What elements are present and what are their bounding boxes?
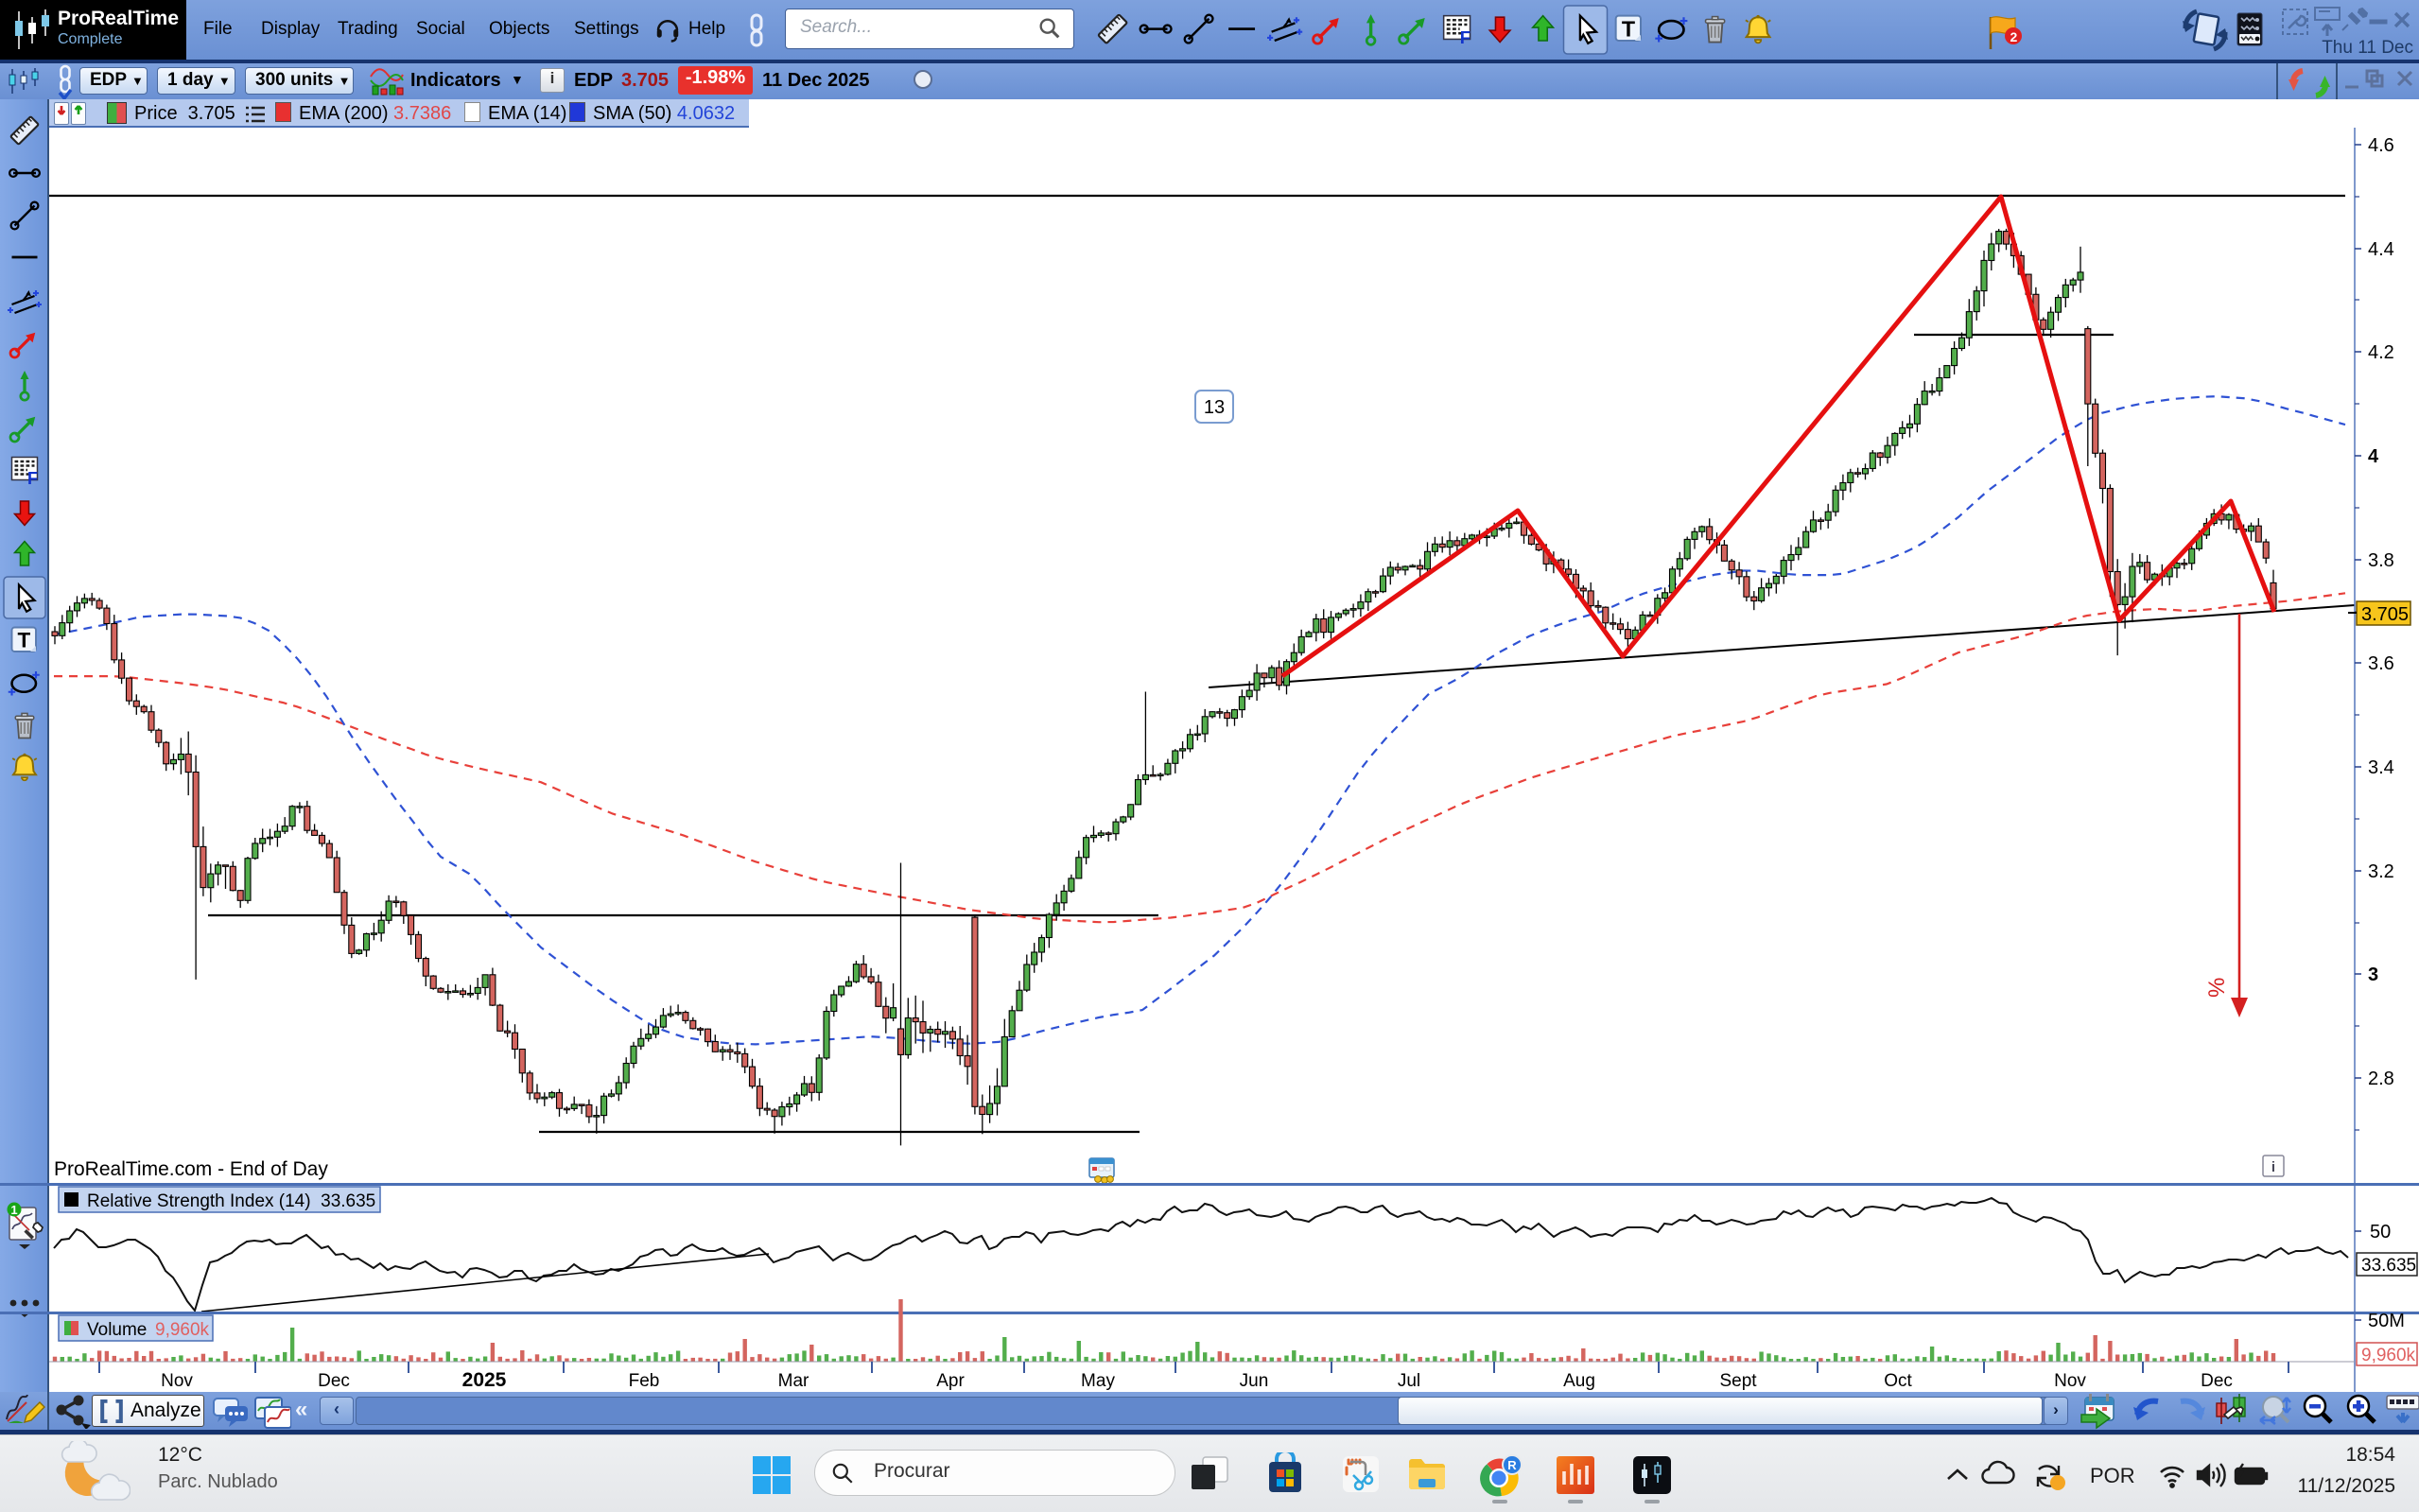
- svg-text:Nov: Nov: [161, 1371, 193, 1391]
- svg-text:Sept: Sept: [1719, 1371, 1757, 1391]
- svg-text:May: May: [1081, 1371, 1115, 1391]
- svg-text:9,960k: 9,960k: [2361, 1346, 2416, 1365]
- svg-text:ProRealTime.com - End of Day: ProRealTime.com - End of Day: [54, 1158, 328, 1180]
- svg-text:Jun: Jun: [1240, 1371, 1269, 1391]
- svg-text:Feb: Feb: [629, 1371, 660, 1391]
- svg-text:Apr: Apr: [936, 1371, 965, 1391]
- svg-text:Aug: Aug: [1563, 1371, 1595, 1391]
- svg-text:50: 50: [2370, 1222, 2391, 1243]
- svg-text:R: R: [1507, 1458, 1517, 1472]
- svg-text:3.6: 3.6: [2368, 653, 2394, 674]
- svg-text:9,960k: 9,960k: [155, 1320, 210, 1340]
- svg-text:3: 3: [2368, 965, 2378, 985]
- svg-text:Volume: Volume: [87, 1320, 147, 1340]
- svg-text:2025: 2025: [462, 1369, 507, 1391]
- svg-text:Dec: Dec: [318, 1371, 350, 1391]
- svg-text:33.635: 33.635: [2361, 1256, 2416, 1276]
- svg-text:%: %: [2204, 978, 2230, 998]
- svg-text:50M: 50M: [2368, 1311, 2405, 1331]
- svg-text:3.8: 3.8: [2368, 550, 2394, 571]
- svg-text:4.2: 4.2: [2368, 342, 2394, 363]
- svg-text:3.2: 3.2: [2368, 861, 2394, 882]
- svg-text:3.705: 3.705: [2361, 604, 2409, 625]
- svg-text:2.8: 2.8: [2368, 1069, 2394, 1089]
- svg-text:Mar: Mar: [778, 1371, 809, 1391]
- svg-text:4.4: 4.4: [2368, 239, 2394, 260]
- svg-text:Jul: Jul: [1398, 1371, 1420, 1391]
- svg-text:4.6: 4.6: [2368, 135, 2394, 156]
- svg-text:Dec: Dec: [2201, 1371, 2233, 1391]
- svg-text:4: 4: [2368, 446, 2379, 467]
- svg-text:Oct: Oct: [1884, 1371, 1912, 1391]
- svg-text:POR: POR: [2090, 1464, 2135, 1487]
- svg-text:i: i: [2271, 1159, 2275, 1175]
- svg-text:3.4: 3.4: [2368, 757, 2394, 778]
- svg-text:Relative Strength Index (14): Relative Strength Index (14) 33.635: [87, 1191, 375, 1211]
- svg-text:Nov: Nov: [2054, 1371, 2086, 1391]
- svg-text:13: 13: [1204, 397, 1225, 418]
